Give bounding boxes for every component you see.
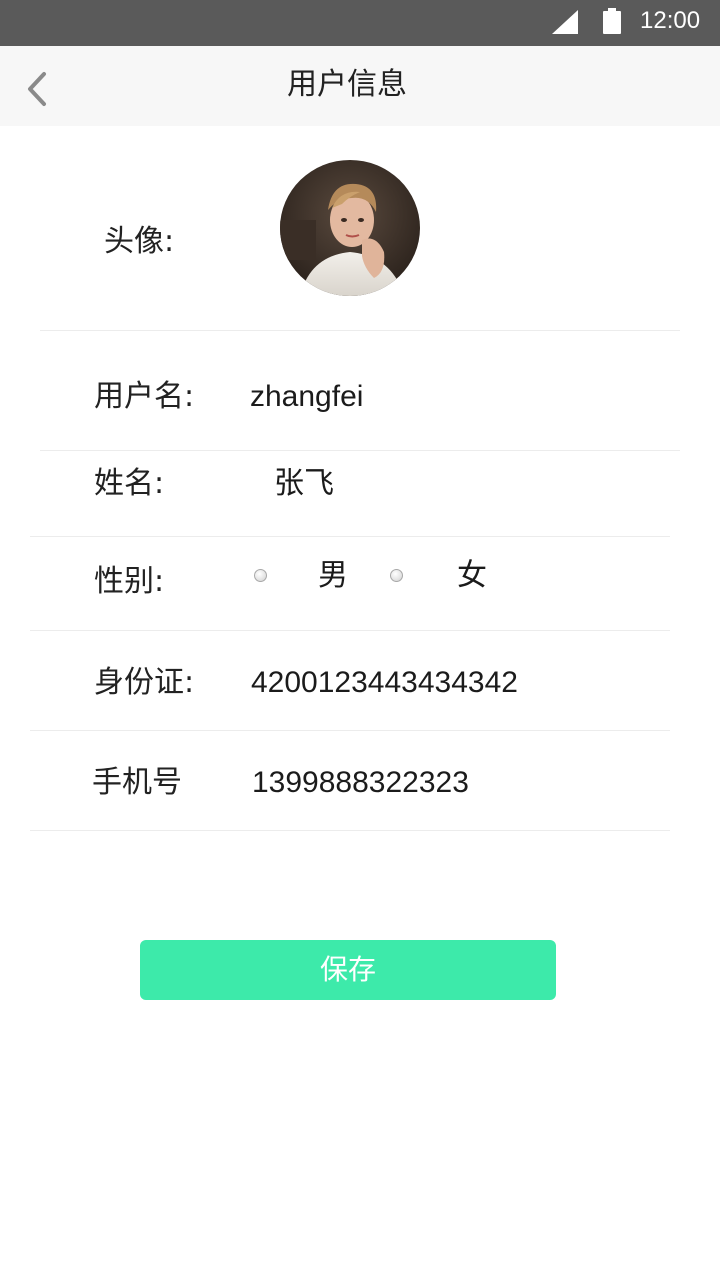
divider xyxy=(30,536,670,537)
name-value[interactable]: 张飞 xyxy=(274,464,334,504)
gender-option-female[interactable]: 女 xyxy=(457,556,487,596)
page-title: 用户信息 xyxy=(287,67,407,102)
divider xyxy=(40,450,680,451)
id-label: 身份证: xyxy=(94,665,195,700)
signal-icon xyxy=(552,10,578,34)
battery-icon xyxy=(603,8,621,34)
gender-radio-female[interactable] xyxy=(390,569,403,582)
phone-label: 手机号 xyxy=(92,765,182,800)
divider xyxy=(30,830,670,831)
nav-bar: 用户信息 xyxy=(0,46,720,126)
save-button[interactable]: 保存 xyxy=(140,940,556,1000)
divider xyxy=(30,730,670,731)
gender-option-male[interactable]: 男 xyxy=(318,556,348,596)
gender-radio-male[interactable] xyxy=(254,569,267,582)
avatar-image xyxy=(280,160,420,296)
gender-label: 性别: xyxy=(94,564,165,599)
status-time: 12:00 xyxy=(640,7,701,34)
back-button[interactable] xyxy=(18,64,62,112)
phone-value[interactable]: 1399888322323 xyxy=(252,763,469,803)
status-bar: 12:00 xyxy=(0,0,720,46)
username-value[interactable]: zhangfei xyxy=(250,377,363,417)
divider xyxy=(30,630,670,631)
chevron-left-icon xyxy=(28,72,46,106)
id-value[interactable]: 4200123443434342 xyxy=(251,663,518,703)
divider xyxy=(40,330,680,331)
username-label: 用户名: xyxy=(94,379,195,414)
avatar[interactable] xyxy=(280,160,420,296)
avatar-label: 头像: xyxy=(104,224,175,259)
name-label: 姓名: xyxy=(94,466,165,501)
